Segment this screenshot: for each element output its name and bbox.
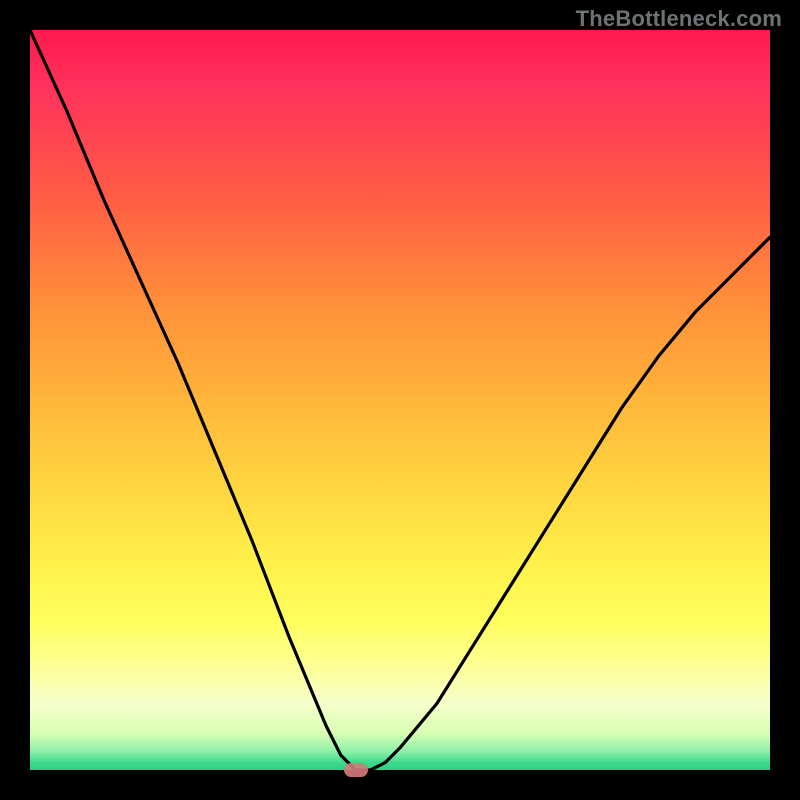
plot-area: [30, 30, 770, 770]
optimum-marker: [344, 763, 368, 777]
bottleneck-curve: [30, 30, 770, 770]
watermark-text: TheBottleneck.com: [576, 6, 782, 32]
chart-frame: TheBottleneck.com: [0, 0, 800, 800]
